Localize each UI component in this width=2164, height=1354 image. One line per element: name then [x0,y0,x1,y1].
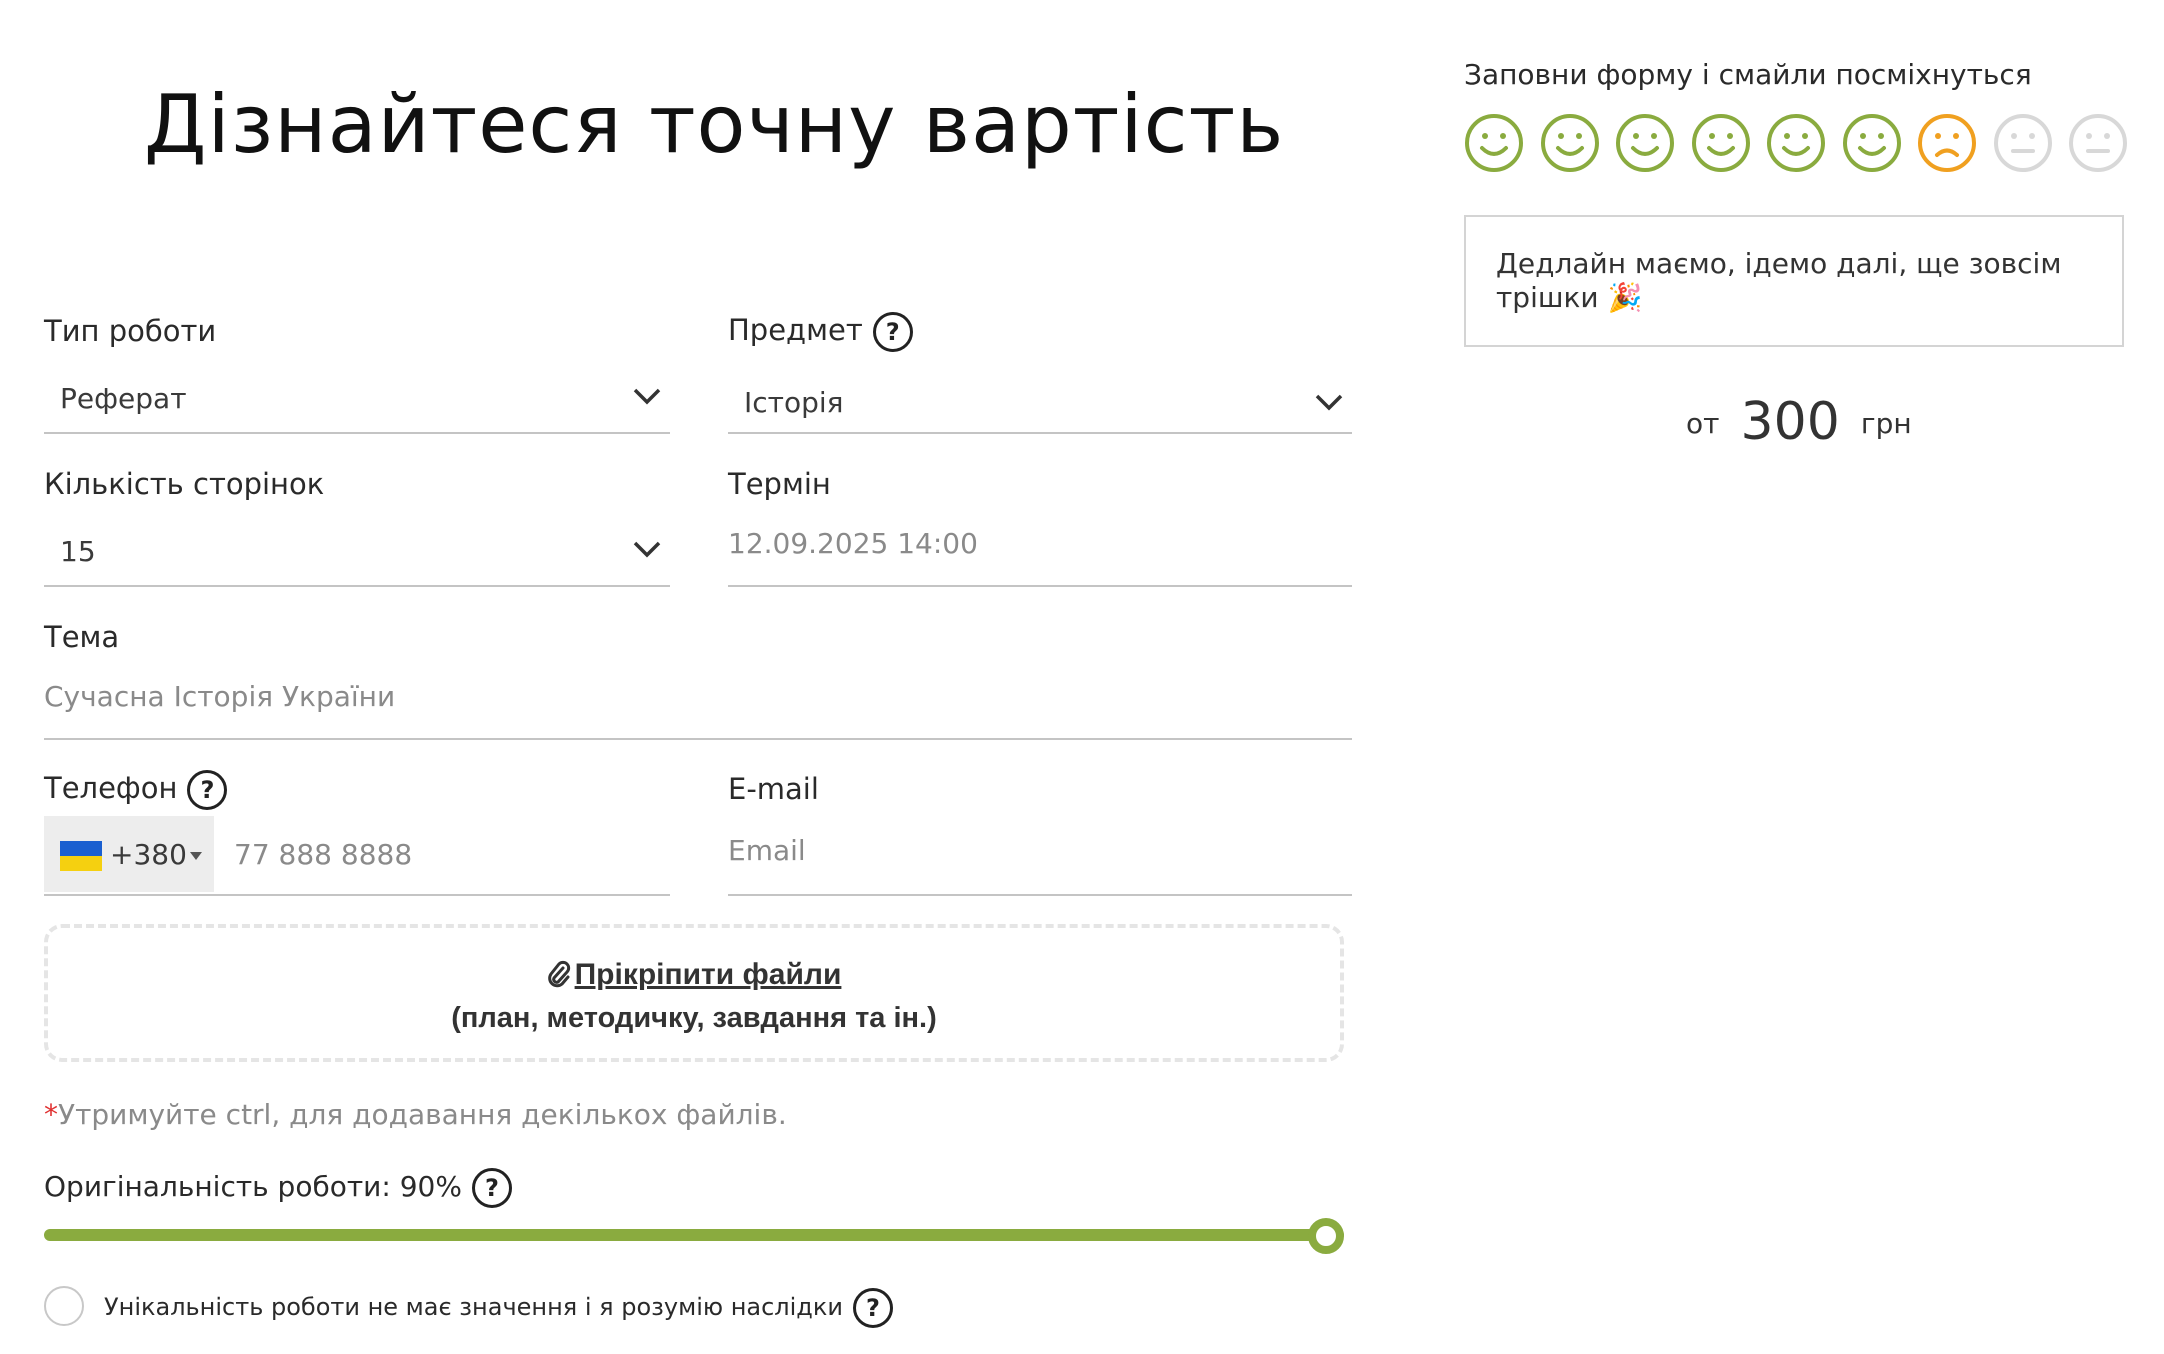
phone-placeholder: 77 888 8888 [234,838,413,871]
deadline-value: 12.09.2025 14:00 [728,527,978,560]
price-currency: грн [1860,407,1912,440]
topic-placeholder: Сучасна Історія України [44,680,396,713]
subject-value: Історія [744,386,844,419]
attach-files-text: Прікріпити файли [574,958,842,991]
page-title: Дізнайтеся точну вартість [144,78,1285,171]
deadline-input[interactable]: 12.09.2025 14:00 [728,517,1352,587]
upload-hint-text: Утримуйте ctrl, для додавання декількох … [58,1098,787,1131]
smiley-happy-icon [1540,114,1599,172]
uniqueness-label-text: Унікальність роботи не має значення і я … [104,1293,843,1321]
country-code-select[interactable]: +380 [44,816,214,892]
pages-label: Кількість сторінок [44,467,325,501]
smiley-happy-icon [1842,114,1901,172]
email-placeholder: Email [728,834,806,867]
subject-help-icon[interactable]: ? [872,312,913,352]
smiley-happy-icon [1616,114,1674,172]
originality-label: Оригінальність роботи: 90%? [44,1168,512,1208]
progress-tip: Дедлайн маємо, ідемо далі, ще зовсім трі… [1464,215,2124,347]
smiley-sad-icon [1918,114,1976,172]
uniqueness-help-icon[interactable]: ? [852,1288,893,1328]
uniqueness-label: Унікальність роботи не має значення і я … [104,1288,893,1328]
price-display: от 300 грн [1686,392,1912,452]
uniqueness-checkbox[interactable] [44,1286,84,1326]
originality-help-icon[interactable]: ? [471,1168,512,1208]
country-code-value: +380 [110,838,187,871]
phone-input[interactable]: +380 77 888 8888 [44,816,670,896]
upload-hint: *Утримуйте ctrl, для додавання декількох… [44,1098,787,1131]
work-type-select[interactable]: Реферат [44,364,670,434]
email-input[interactable]: Email [728,822,1352,896]
pages-value: 15 [60,535,96,568]
email-label: E-mail [728,772,819,806]
subject-select[interactable]: Історія [728,364,1352,434]
work-type-value: Реферат [60,382,187,415]
attach-files-subtitle: (план, методичку, завдання та ін.) [451,1002,937,1034]
phone-label-text: Телефон [44,771,178,805]
deadline-label: Термін [728,467,831,501]
caret-down-icon [190,852,202,860]
originality-slider-thumb[interactable] [1308,1218,1344,1254]
chevron-down-icon [633,541,661,558]
originality-label-text: Оригінальність роботи: [44,1170,391,1203]
required-asterisk: * [44,1098,58,1131]
chevron-down-icon [633,388,661,405]
phone-help-icon[interactable]: ? [187,770,228,810]
phone-label: Телефон? [44,770,228,810]
smiley-neutral-icon [1993,114,2052,172]
subject-label-text: Предмет [728,313,863,347]
originality-slider-track[interactable] [44,1229,1344,1241]
price-amount: 300 [1740,392,1840,452]
smiley-caption: Заповни форму і смайли посміхнуться [1464,58,2032,91]
smiley-happy-icon [1691,114,1750,172]
work-type-label: Тип роботи [44,314,217,348]
smiley-neutral-icon [2069,114,2127,172]
smiley-happy-icon [1767,114,1825,172]
ukraine-flag-icon [60,841,102,871]
smiley-progress [1464,113,2144,177]
file-upload-dropzone[interactable]: Прікріпити файли (план, методичку, завда… [44,924,1344,1062]
price-prefix: от [1686,407,1720,440]
subject-label: Предмет? [728,312,913,352]
attach-files-link[interactable]: Прікріпити файли [547,958,842,992]
smiley-happy-icon [1465,114,1523,172]
chevron-down-icon [1315,394,1343,411]
paperclip-icon [547,960,570,988]
originality-value: 90% [399,1170,462,1203]
topic-input[interactable]: Сучасна Історія України [44,670,1352,740]
pages-select[interactable]: 15 [44,517,670,587]
topic-label: Тема [44,620,120,654]
